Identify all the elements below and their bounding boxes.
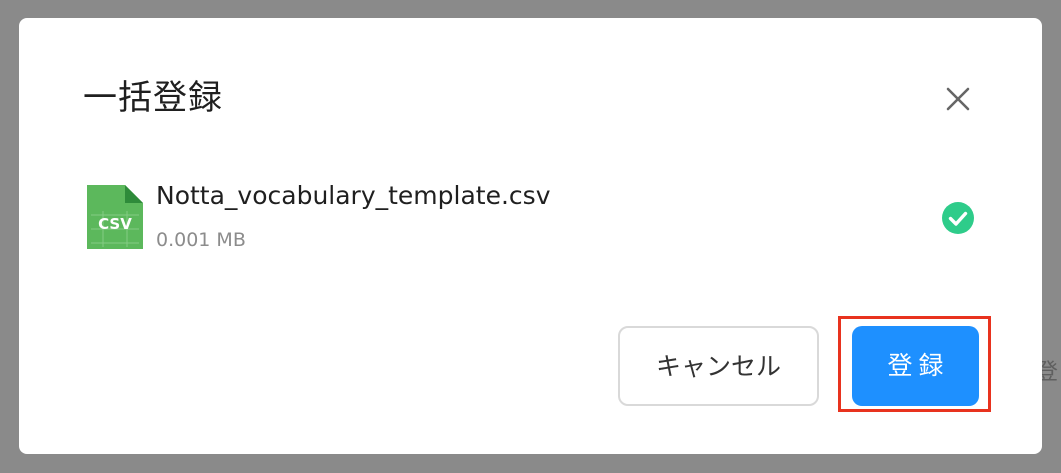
bulk-register-dialog: 一括登録 CSV Notta_vocabulary_template.csv 0… [19, 18, 1042, 454]
register-button[interactable]: 登録 [852, 326, 979, 406]
cancel-button[interactable]: キャンセル [618, 326, 819, 406]
close-button[interactable] [939, 80, 977, 118]
file-size: 0.001 MB [156, 229, 246, 251]
dialog-title: 一括登録 [83, 78, 223, 118]
close-icon [946, 87, 970, 111]
check-circle-icon [941, 201, 975, 235]
csv-file-icon: CSV [87, 185, 143, 249]
csv-icon-label: CSV [98, 215, 132, 233]
file-name: Notta_vocabulary_template.csv [156, 181, 551, 210]
